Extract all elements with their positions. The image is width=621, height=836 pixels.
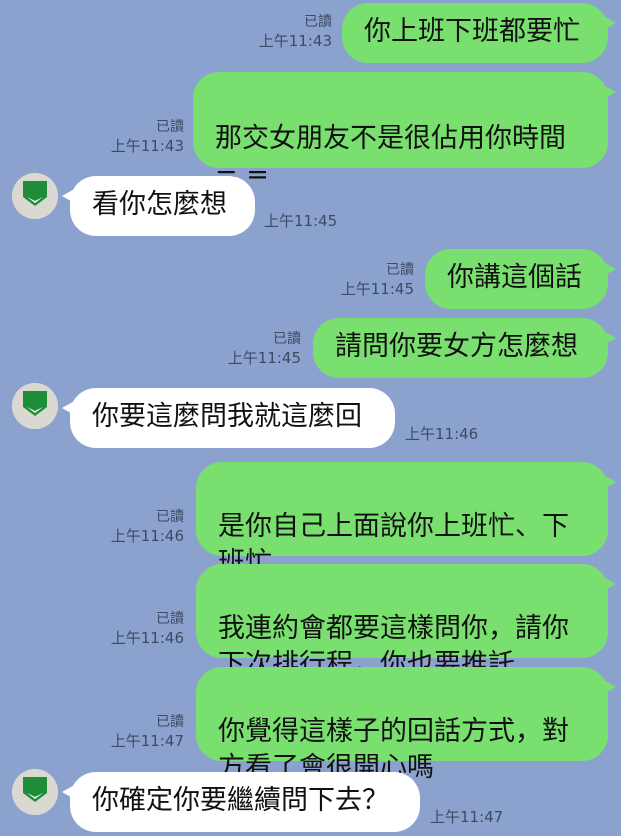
incoming-message[interactable]: 看你怎麼想 bbox=[62, 176, 255, 236]
timestamp: 上午11:43 bbox=[110, 137, 184, 155]
message-text: 你上班下班都要忙 bbox=[364, 16, 580, 47]
message-meta: 已讀 上午11:45 bbox=[341, 261, 414, 299]
read-receipt: 已讀 bbox=[156, 509, 184, 525]
outgoing-message[interactable]: 你上班下班都要忙 bbox=[342, 3, 616, 63]
read-receipt: 已讀 bbox=[273, 331, 301, 347]
incoming-message[interactable]: 你要這麼問我就這麼回 bbox=[62, 388, 395, 448]
read-receipt: 已讀 bbox=[156, 611, 184, 627]
message-text: 你確定你要繼續問下去？ bbox=[92, 785, 389, 816]
message-meta: 已讀 上午11:43 bbox=[111, 118, 184, 156]
leaf-avatar-icon bbox=[12, 769, 58, 815]
read-receipt: 已讀 bbox=[304, 14, 332, 30]
leaf-avatar-icon bbox=[12, 383, 58, 429]
timestamp: 上午11:46 bbox=[405, 425, 479, 443]
message-text: 你要這麼問我就這麼回 bbox=[92, 401, 362, 432]
outgoing-message[interactable]: 請問你要女方怎麼想 bbox=[313, 318, 616, 378]
outgoing-message[interactable]: 你覺得這樣子的回話方式，對 方看了會很開心嗎 bbox=[196, 667, 616, 783]
read-receipt: 已讀 bbox=[386, 262, 414, 278]
message-text: 你講這個話 bbox=[447, 262, 582, 293]
message-text: 請問你要女方怎麼想 bbox=[335, 331, 578, 362]
read-receipt: 已讀 bbox=[156, 714, 184, 730]
outgoing-message[interactable]: 是你自己上面說你上班忙、下 班忙 bbox=[196, 462, 616, 578]
message-meta: 已讀 上午11:45 bbox=[228, 330, 301, 368]
leaf-avatar-icon bbox=[12, 173, 58, 219]
timestamp: 上午11:46 bbox=[110, 629, 184, 647]
message-meta: 已讀 上午11:46 bbox=[111, 508, 184, 546]
contact-avatar[interactable] bbox=[12, 383, 58, 429]
outgoing-message[interactable]: 我連約會都要這樣問你，請你 下次排行程，你也要推託 bbox=[196, 564, 616, 680]
timestamp: 上午11:45 bbox=[227, 349, 301, 367]
contact-avatar[interactable] bbox=[12, 769, 58, 815]
message-meta: 已讀 上午11:43 bbox=[259, 13, 332, 51]
message-text: 那交女朋友不是很佔用你時間 = = bbox=[215, 123, 566, 190]
message-text: 看你怎麼想 bbox=[92, 189, 227, 220]
incoming-message[interactable]: 你確定你要繼續問下去？ bbox=[62, 772, 420, 832]
message-meta: 已讀 上午11:46 bbox=[111, 610, 184, 648]
outgoing-message[interactable]: 你講這個話 bbox=[425, 249, 616, 309]
timestamp: 上午11:45 bbox=[340, 280, 414, 298]
timestamp: 上午11:46 bbox=[110, 527, 184, 545]
contact-avatar[interactable] bbox=[12, 173, 58, 219]
message-meta: 已讀 上午11:47 bbox=[111, 713, 184, 751]
timestamp: 上午11:47 bbox=[430, 808, 504, 826]
timestamp: 上午11:45 bbox=[264, 212, 338, 230]
timestamp: 上午11:47 bbox=[110, 732, 184, 750]
read-receipt: 已讀 bbox=[156, 119, 184, 135]
outgoing-message[interactable]: 那交女朋友不是很佔用你時間 = = bbox=[193, 72, 616, 190]
timestamp: 上午11:43 bbox=[258, 32, 332, 50]
